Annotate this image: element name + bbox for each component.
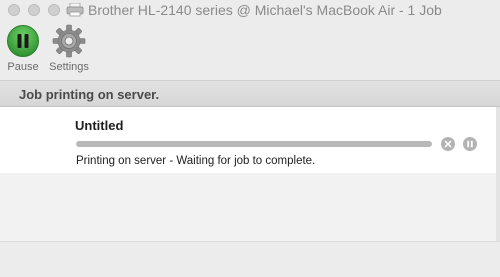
hold-icon — [467, 140, 473, 148]
job-name: Untitled — [75, 118, 124, 133]
hold-job-button[interactable] — [463, 137, 477, 151]
status-text: Job printing on server. — [19, 87, 160, 102]
pause-label: Pause — [7, 61, 39, 73]
gear-icon — [52, 24, 86, 58]
cancel-icon — [444, 140, 452, 148]
minimize-window-button[interactable] — [28, 4, 40, 16]
close-window-button[interactable] — [8, 4, 20, 16]
job-progress-bar — [76, 141, 432, 147]
job-row[interactable]: Untitled Printing on server - Waiting fo… — [0, 107, 496, 173]
cancel-job-button[interactable] — [441, 137, 455, 151]
job-progress-fill — [76, 141, 432, 147]
job-list: Untitled Printing on server - Waiting fo… — [0, 107, 496, 241]
pause-icon — [7, 25, 39, 57]
empty-job-row — [0, 173, 496, 241]
settings-label: Settings — [49, 61, 89, 73]
job-status-text: Printing on server - Waiting for job to … — [76, 155, 316, 167]
zoom-window-button[interactable] — [48, 4, 60, 16]
title-bar: Brother HL-2140 series @ Michael's MacBo… — [0, 0, 500, 22]
pause-button[interactable]: Pause — [6, 24, 40, 73]
settings-button[interactable]: Settings — [47, 24, 91, 73]
printer-icon — [66, 3, 84, 17]
window-footer — [0, 241, 500, 277]
window-title: Brother HL-2140 series @ Michael's MacBo… — [88, 2, 442, 18]
status-bar: Job printing on server. — [0, 80, 500, 107]
list-edge — [496, 107, 500, 241]
